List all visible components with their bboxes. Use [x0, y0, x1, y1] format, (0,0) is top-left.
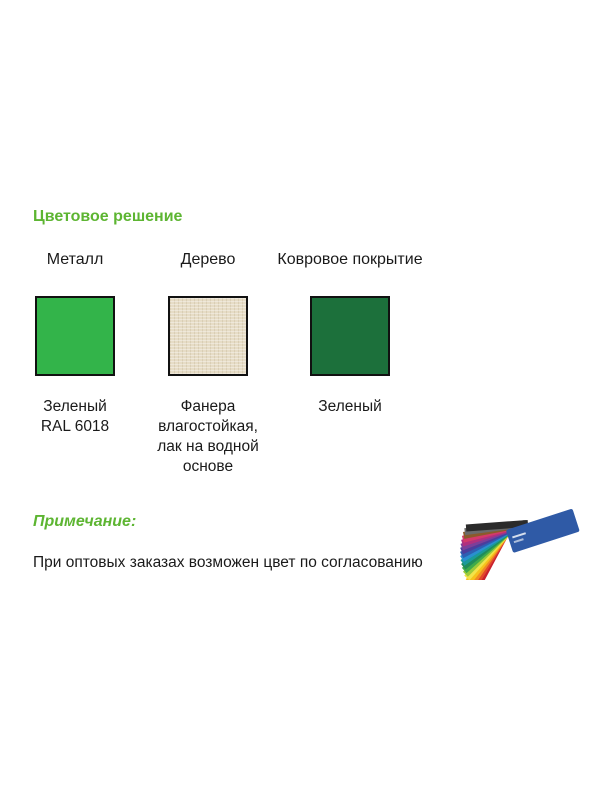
desc-line: Зеленый [43, 398, 107, 415]
material-label-wood: Дерево [180, 251, 236, 268]
note-title: Примечание: [33, 513, 137, 530]
desc-line: лак на водной [157, 438, 259, 455]
material-desc-carpet: Зеленый [275, 397, 425, 417]
desc-line: RAL 6018 [40, 418, 110, 435]
material-column-wood: Дерево Фанера влагостойкая, лак на водно… [133, 250, 283, 477]
ral-color-fan-image [460, 509, 580, 580]
material-column-carpet: Ковровое покрытие Зеленый [275, 250, 425, 417]
color-swatch-metal [35, 296, 115, 376]
desc-line: Фанера [180, 398, 236, 415]
color-swatch-carpet [310, 296, 390, 376]
desc-line: Зеленый [318, 398, 382, 415]
material-label-carpet: Ковровое покрытие [277, 251, 423, 268]
material-column-metal: Металл Зеленый RAL 6018 [0, 250, 150, 437]
desc-line: основе [182, 458, 234, 475]
desc-line: влагостойкая, [158, 418, 258, 435]
color-swatch-wood [168, 296, 248, 376]
fan-cover [506, 509, 580, 553]
material-desc-wood: Фанера влагостойкая, лак на водной основ… [133, 397, 283, 477]
material-desc-metal: Зеленый RAL 6018 [0, 397, 150, 437]
section-title: Цветовое решение [33, 208, 183, 225]
note-text: При оптовых заказах возможен цвет по сог… [33, 554, 423, 571]
material-label-metal: Металл [46, 251, 104, 268]
